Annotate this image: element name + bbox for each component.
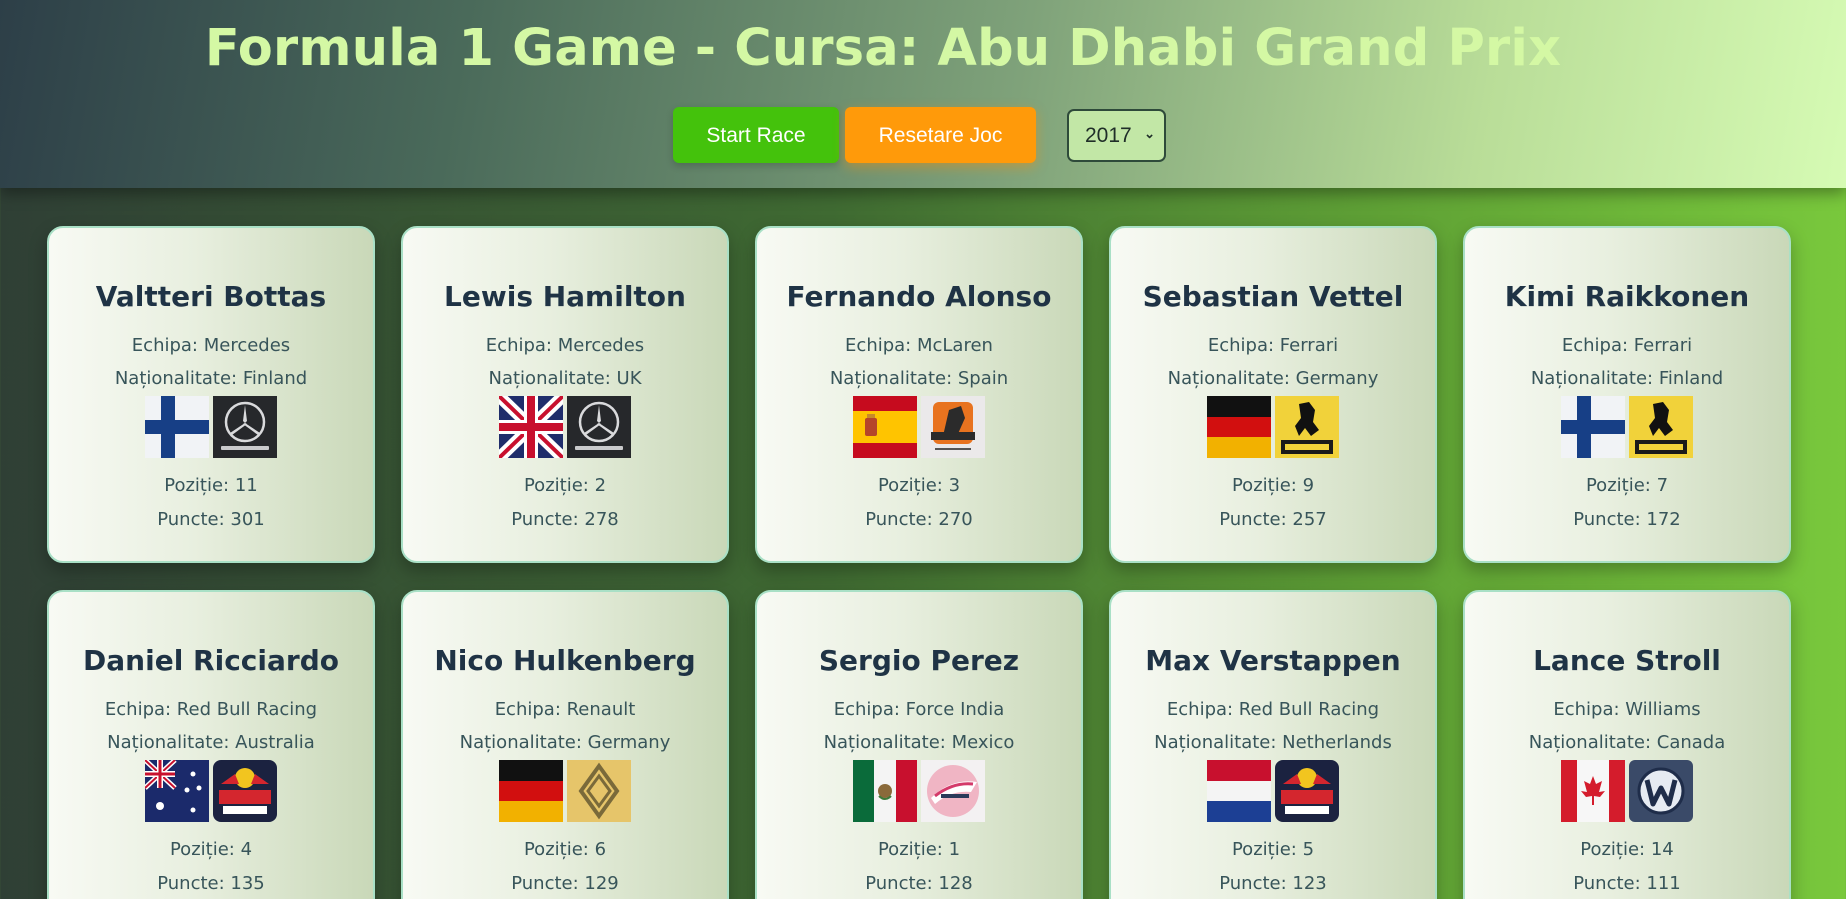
mexico-flag-icon <box>853 760 917 822</box>
driver-nationality: Naționalitate: Spain <box>829 368 1009 389</box>
finland-flag-icon <box>145 396 209 458</box>
driver-name: Fernando Alonso <box>786 280 1052 313</box>
driver-card[interactable]: Lewis Hamilton Echipa: Mercedes Național… <box>401 226 729 563</box>
williams-logo-icon <box>1629 760 1693 822</box>
driver-points: Puncte: 111 <box>1573 873 1681 894</box>
driver-nationality: Naționalitate: Mexico <box>823 732 1015 753</box>
start-race-button[interactable]: Start Race <box>673 107 839 163</box>
driver-position: Poziție: 1 <box>877 839 961 860</box>
driver-points: Puncte: 172 <box>1573 509 1681 530</box>
ferrari-logo-icon <box>1275 396 1339 458</box>
driver-team: Echipa: Mercedes <box>485 335 645 356</box>
driver-nationality: Naționalitate: UK <box>488 368 642 389</box>
driver-team: Echipa: Red Bull Racing <box>1166 699 1380 720</box>
driver-team: Echipa: Force India <box>833 699 1005 720</box>
driver-position: Poziție: 6 <box>523 839 607 860</box>
driver-position: Poziție: 7 <box>1585 475 1669 496</box>
chevron-down-icon: ⌄ <box>1144 126 1155 141</box>
mercedes-logo-icon <box>567 396 631 458</box>
driver-points: Puncte: 135 <box>157 873 265 894</box>
driver-position: Poziție: 4 <box>169 839 253 860</box>
driver-name: Lance Stroll <box>1533 644 1721 677</box>
canada-flag-icon <box>1561 760 1625 822</box>
driver-nationality: Naționalitate: Germany <box>459 732 671 753</box>
driver-name: Sergio Perez <box>818 644 1020 677</box>
germany-flag-icon <box>1207 396 1271 458</box>
driver-points: Puncte: 278 <box>511 509 619 530</box>
driver-points: Puncte: 301 <box>157 509 265 530</box>
driver-position: Poziție: 11 <box>164 475 258 496</box>
driver-nationality: Naționalitate: Germany <box>1167 368 1379 389</box>
driver-name: Valtteri Bottas <box>95 280 327 313</box>
mclaren-logo-icon <box>921 396 985 458</box>
page-header: Formula 1 Game - Cursa: Abu Dhabi Grand … <box>0 0 1846 188</box>
driver-position: Poziție: 9 <box>1231 475 1315 496</box>
driver-name: Max Verstappen <box>1145 644 1401 677</box>
driver-card[interactable]: Max Verstappen Echipa: Red Bull Racing N… <box>1109 590 1437 899</box>
uk-flag-icon <box>499 396 563 458</box>
driver-nationality: Naționalitate: Netherlands <box>1154 732 1392 753</box>
driver-points: Puncte: 128 <box>865 873 973 894</box>
driver-name: Nico Hulkenberg <box>434 644 696 677</box>
forceindia-logo-icon <box>921 760 985 822</box>
germany-flag-icon <box>499 760 563 822</box>
driver-points: Puncte: 257 <box>1219 509 1327 530</box>
driver-team: Echipa: Red Bull Racing <box>104 699 318 720</box>
driver-points: Puncte: 129 <box>511 873 619 894</box>
australia-flag-icon <box>145 760 209 822</box>
mercedes-logo-icon <box>213 396 277 458</box>
driver-position: Poziție: 3 <box>877 475 961 496</box>
driver-name: Daniel Ricciardo <box>83 644 339 677</box>
driver-card[interactable]: Lance Stroll Echipa: Williams Naționalit… <box>1463 590 1791 899</box>
driver-team: Echipa: Mercedes <box>131 335 291 356</box>
spain-flag-icon <box>853 396 917 458</box>
driver-team: Echipa: Ferrari <box>1561 335 1693 356</box>
finland-flag-icon <box>1561 396 1625 458</box>
driver-card[interactable]: Nico Hulkenberg Echipa: Renault Național… <box>401 590 729 899</box>
driver-name: Lewis Hamilton <box>444 280 686 313</box>
driver-name: Kimi Raikkonen <box>1504 280 1750 313</box>
driver-card[interactable]: Valtteri Bottas Echipa: Mercedes Naționa… <box>47 226 375 563</box>
driver-team: Echipa: McLaren <box>845 335 993 356</box>
driver-name: Sebastian Vettel <box>1142 280 1404 313</box>
ferrari-logo-icon <box>1629 396 1693 458</box>
redbull-logo-icon <box>1275 760 1339 822</box>
driver-nationality: Naționalitate: Finland <box>1530 368 1724 389</box>
driver-points: Puncte: 270 <box>865 509 973 530</box>
driver-card[interactable]: Daniel Ricciardo Echipa: Red Bull Racing… <box>47 590 375 899</box>
driver-card[interactable]: Fernando Alonso Echipa: McLaren Național… <box>755 226 1083 563</box>
driver-card[interactable]: Kimi Raikkonen Echipa: Ferrari Naționali… <box>1463 226 1791 563</box>
year-select-value: 2017 <box>1085 123 1132 147</box>
driver-nationality: Naționalitate: Finland <box>114 368 308 389</box>
driver-team: Echipa: Williams <box>1553 699 1701 720</box>
driver-card[interactable]: Sergio Perez Echipa: Force India Naționa… <box>755 590 1083 899</box>
reset-game-button[interactable]: Resetare Joc <box>845 107 1036 163</box>
driver-team: Echipa: Renault <box>494 699 636 720</box>
driver-team: Echipa: Ferrari <box>1207 335 1339 356</box>
driver-position: Poziție: 2 <box>523 475 607 496</box>
driver-position: Poziție: 14 <box>1580 839 1674 860</box>
year-select[interactable]: 2017 ⌄ <box>1067 109 1166 162</box>
page-title: Formula 1 Game - Cursa: Abu Dhabi Grand … <box>204 19 1562 78</box>
driver-points: Puncte: 123 <box>1219 873 1327 894</box>
driver-position: Poziție: 5 <box>1231 839 1315 860</box>
driver-nationality: Naționalitate: Australia <box>107 732 315 753</box>
driver-nationality: Naționalitate: Canada <box>1528 732 1726 753</box>
netherlands-flag-icon <box>1207 760 1271 822</box>
renault-logo-icon <box>567 760 631 822</box>
driver-card[interactable]: Sebastian Vettel Echipa: Ferrari Naționa… <box>1109 226 1437 563</box>
redbull-logo-icon <box>213 760 277 822</box>
